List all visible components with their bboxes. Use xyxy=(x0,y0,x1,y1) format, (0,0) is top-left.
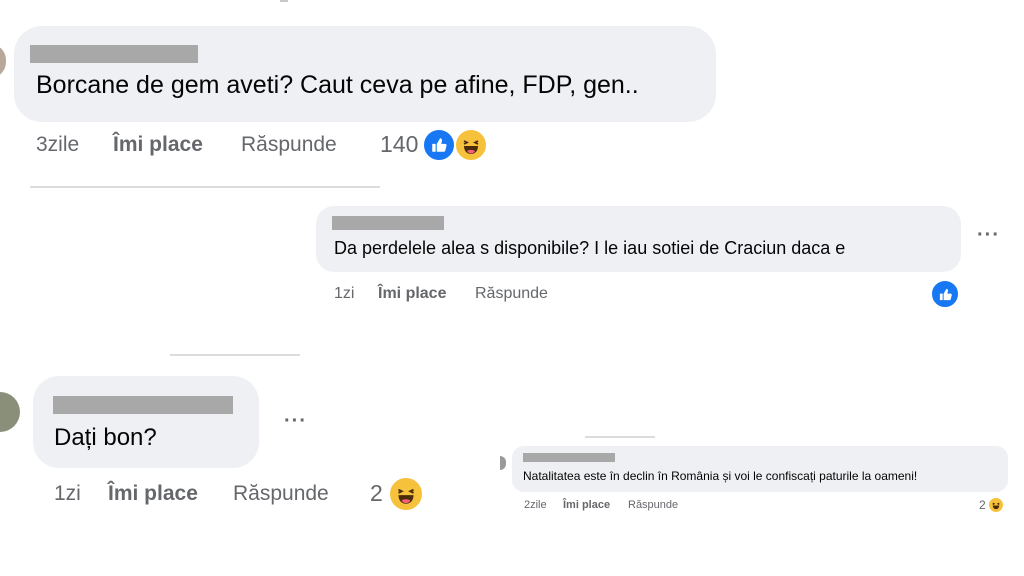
comment-bubble: Natalitatea este în declin în România și… xyxy=(512,446,1008,492)
like-button[interactable]: Îmi place xyxy=(113,133,203,157)
comment-bubble: Da perdelele alea s disponibile? I le ia… xyxy=(316,206,961,272)
reply-button[interactable]: Răspunde xyxy=(628,499,678,511)
reply-button[interactable]: Răspunde xyxy=(475,285,548,303)
author-name[interactable] xyxy=(332,216,444,230)
reply-button[interactable]: Răspunde xyxy=(241,133,337,157)
reaction-count[interactable]: 2 xyxy=(979,498,986,512)
more-options-icon[interactable]: ··· xyxy=(977,224,1000,247)
reply-button[interactable]: Răspunde xyxy=(233,482,329,506)
avatar[interactable] xyxy=(0,44,6,78)
comment-text: Natalitatea este în declin în România și… xyxy=(523,469,918,483)
haha-icon[interactable] xyxy=(454,128,488,162)
reaction-count[interactable]: 140 xyxy=(380,131,418,158)
comment-text: Dați bon? xyxy=(54,424,157,451)
comment-bubble: Dați bon? xyxy=(33,376,259,468)
haha-icon[interactable] xyxy=(988,497,1004,513)
comment-bubble: Borcane de gem aveti? Caut ceva pe afine… xyxy=(14,26,716,122)
more-options-icon[interactable]: ··· xyxy=(284,410,307,433)
avatar[interactable] xyxy=(0,392,20,432)
like-button[interactable]: Îmi place xyxy=(108,482,198,506)
author-name[interactable] xyxy=(523,453,615,462)
avatar[interactable] xyxy=(500,456,506,470)
like-button[interactable]: Îmi place xyxy=(378,285,446,303)
comment-timestamp[interactable]: 3zile xyxy=(36,133,79,157)
like-button[interactable]: Îmi place xyxy=(563,499,610,511)
comment-timestamp[interactable]: 2zile xyxy=(524,499,547,511)
cropped-fragment xyxy=(30,186,380,188)
comment-timestamp[interactable]: 1zi xyxy=(334,285,354,303)
like-icon[interactable] xyxy=(422,128,456,162)
cropped-fragment xyxy=(170,354,300,356)
cropped-fragment xyxy=(585,436,655,438)
author-name[interactable] xyxy=(53,396,233,414)
reaction-count[interactable]: 2 xyxy=(370,480,383,507)
comment-text: Da perdelele alea s disponibile? I le ia… xyxy=(334,238,846,258)
comment-timestamp[interactable]: 1zi xyxy=(54,482,81,506)
like-icon[interactable] xyxy=(930,279,960,309)
author-name[interactable] xyxy=(30,45,198,63)
comment-text: Borcane de gem aveti? Caut ceva pe afine… xyxy=(36,71,639,99)
haha-icon[interactable] xyxy=(388,476,424,512)
cropped-fragment xyxy=(280,0,288,2)
